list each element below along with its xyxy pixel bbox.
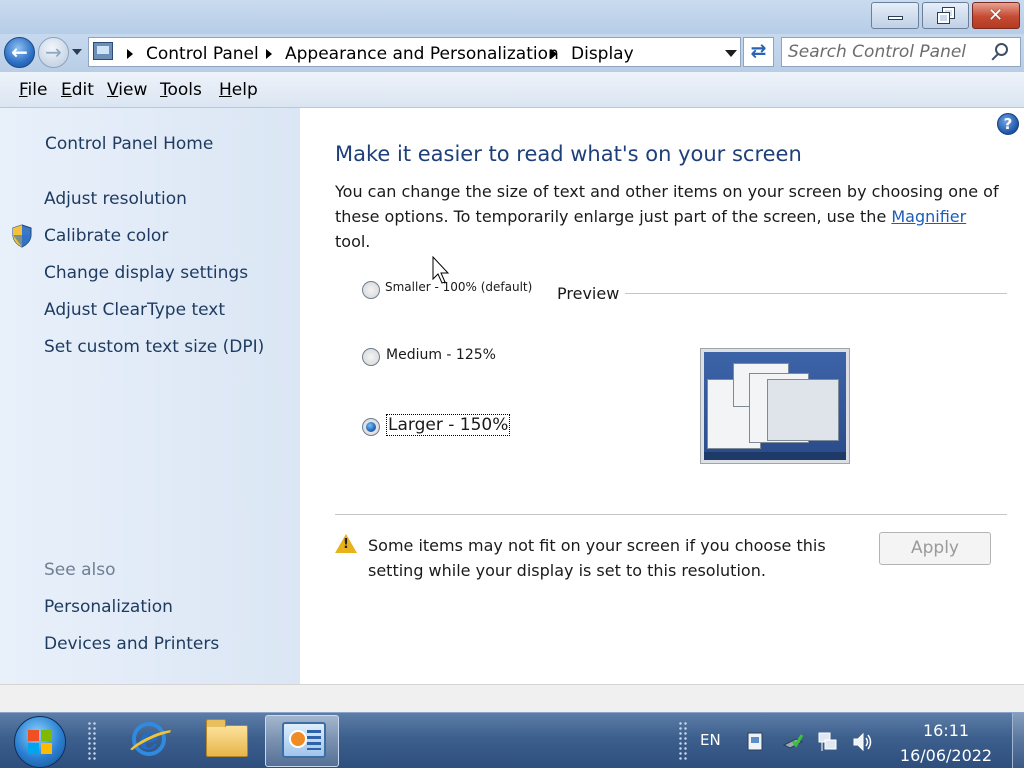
address-bar[interactable]: Control Panel Appearance and Personaliza… [88,37,741,67]
uac-shield-icon [12,224,32,248]
smaller-radio[interactable] [362,281,380,299]
personalization-link[interactable]: Personalization [44,597,173,617]
menu-file-rest: ile [27,80,48,100]
calibrate-color-link[interactable]: Calibrate color [44,226,168,246]
warning-icon: ! [335,534,357,553]
address-dropdown-icon[interactable] [725,50,737,57]
minimize-icon [888,16,903,20]
control-panel-taskbar-button[interactable] [265,715,339,767]
preview-image [700,348,850,464]
menu-view[interactable]: View [107,80,147,100]
preview-heading: Preview [557,284,620,303]
clock-time[interactable]: 16:11 [905,721,987,740]
back-button[interactable]: ← [4,37,35,68]
minimize-button[interactable] [871,2,919,29]
warning-message: Some items may not fit on your screen if… [368,536,826,580]
control-panel-icon [282,722,326,758]
internet-explorer-button[interactable]: e [110,715,184,767]
warning-separator [335,514,1007,515]
language-indicator[interactable]: EN [700,731,721,749]
status-bar [0,684,1024,712]
set-custom-dpi-link[interactable]: Set custom text size (DPI) [44,337,264,357]
close-button[interactable]: ✕ [972,2,1020,29]
show-desktop-button[interactable] [1012,713,1024,768]
control-panel-home-link[interactable]: Control Panel Home [45,134,213,154]
breadcrumb-appearance[interactable]: Appearance and Personalization [285,44,559,64]
magnifier-link[interactable]: Magnifier [891,207,966,226]
larger-radio[interactable] [362,418,380,436]
search-input[interactable] [788,41,988,63]
close-icon: ✕ [988,5,1004,26]
taskbar-grip[interactable] [87,721,97,761]
menu-bar: File Edit View Tools Help [0,72,1024,108]
adjust-resolution-link[interactable]: Adjust resolution [44,189,187,209]
task-pane: Control Panel Home Adjust resolution Cal… [0,108,300,684]
medium-radio[interactable] [362,348,380,366]
breadcrumb-separator-icon[interactable] [266,49,272,59]
search-icon[interactable] [995,43,1008,56]
windows-explorer-button[interactable] [188,715,262,767]
menu-edit[interactable]: Edit [61,80,94,100]
breadcrumb-display[interactable]: Display [571,44,634,64]
search-box [781,37,1021,67]
start-button[interactable] [14,716,66,768]
internet-explorer-icon: e [132,722,166,756]
devices-and-printers-link[interactable]: Devices and Printers [44,634,219,654]
control-panel-icon [93,42,113,60]
navigation-bar: ← → Control Panel Appearance and Persona… [0,34,1024,72]
network-icon[interactable] [817,731,839,753]
recent-pages-dropdown[interactable] [72,49,82,55]
breadcrumb-control-panel[interactable]: Control Panel [146,44,259,64]
taskbar: e EN 16:11 16/06/2022 [0,712,1024,768]
tray-grip[interactable] [678,721,688,761]
help-icon[interactable]: ? [997,113,1019,135]
restore-button[interactable] [922,2,969,29]
menu-file[interactable]: File [19,80,47,100]
smaller-label[interactable]: Smaller - 100% (default) [385,280,532,294]
volume-icon[interactable] [851,731,873,753]
see-also-heading: See also [44,560,116,580]
medium-label[interactable]: Medium - 125% [386,347,496,363]
page-description: You can change the size of text and othe… [335,182,999,251]
page-title: Make it easier to read what's on your sc… [335,142,802,166]
safely-remove-hardware-icon[interactable] [782,731,804,753]
windows-logo-icon [28,730,52,754]
adjust-cleartype-link[interactable]: Adjust ClearType text [44,300,225,320]
breadcrumb-separator-icon[interactable] [127,49,133,59]
forward-button[interactable]: → [38,37,69,68]
menu-help[interactable]: Help [219,80,258,100]
restore-icon [937,7,955,24]
apply-button[interactable]: Apply [879,532,991,565]
control-panel-window: ✕ ← → Control Panel Appearance and Perso… [0,0,1024,712]
menu-tools[interactable]: Tools [160,80,202,100]
action-center-icon[interactable] [745,731,767,753]
refresh-button[interactable]: ⇄ [743,37,774,67]
breadcrumb-separator-icon[interactable] [551,49,557,59]
preview-divider [625,293,1007,294]
mouse-pointer-icon [432,256,450,284]
folder-icon [206,719,248,757]
title-bar[interactable]: ✕ [0,0,1024,34]
clock-date[interactable]: 16/06/2022 [898,746,994,765]
change-display-settings-link[interactable]: Change display settings [44,263,248,283]
larger-label[interactable]: Larger - 150% [386,414,511,436]
